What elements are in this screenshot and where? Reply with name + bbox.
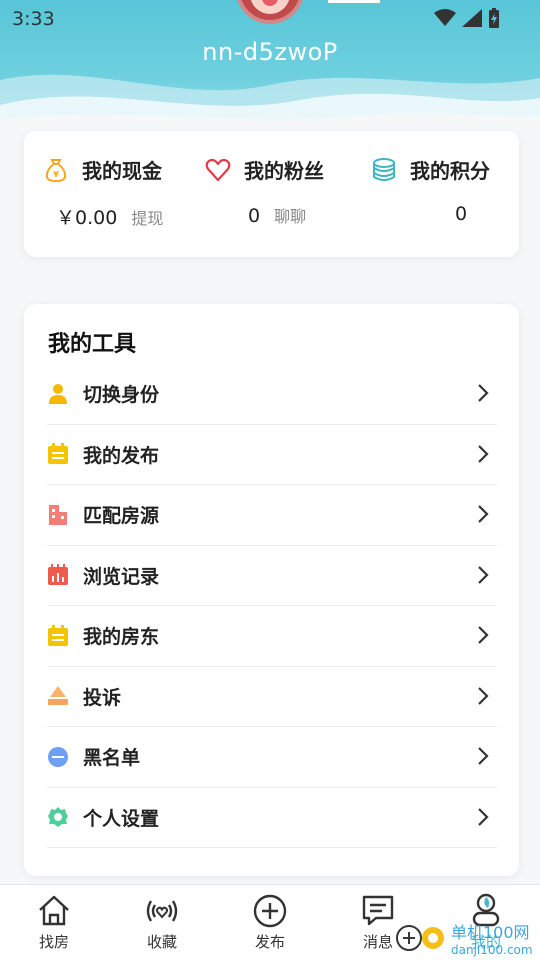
- stat-cash-value: ￥0.00: [56, 207, 118, 229]
- watermark-text: 单机100网 danji100.com: [451, 919, 533, 957]
- heart-icon: [205, 158, 231, 181]
- coins-icon: [373, 157, 395, 181]
- nav-label: 收藏: [146, 933, 177, 951]
- menu-match-listings[interactable]: 匹配房源: [47, 485, 497, 546]
- tray-icon: [47, 685, 69, 707]
- nav-publish[interactable]: 发布: [230, 893, 310, 952]
- menu-label: 黑名单: [83, 747, 141, 770]
- plus-circle-icon: [253, 894, 287, 928]
- stat-points-value-row: 0: [455, 203, 467, 225]
- stat-points[interactable]: 我的积分 0: [370, 155, 535, 225]
- withdraw-button[interactable]: 提现: [131, 209, 163, 228]
- menu-label: 我的房东: [83, 626, 160, 649]
- tools-menu: 切换身份 我的发布 匹配房源 浏览记录 我的房东 投诉 黑名单 个人设置: [47, 364, 497, 848]
- chevron-right-icon: [478, 505, 489, 523]
- stat-cash-value-row: ￥0.00 提现: [56, 203, 163, 230]
- menu-browse-history[interactable]: 浏览记录: [47, 546, 497, 606]
- status-icons: [434, 8, 500, 28]
- menu-label: 浏览记录: [83, 565, 160, 588]
- nav-label: 找房: [38, 933, 69, 951]
- stat-points-value: 0: [455, 203, 468, 225]
- wifi-icon: [434, 9, 456, 26]
- signal-icon: [462, 9, 482, 27]
- svg-text:¥: ¥: [53, 170, 59, 179]
- home-icon: [39, 895, 69, 926]
- nav-favorites[interactable]: 收藏: [122, 893, 202, 952]
- stat-title: ¥ 我的现金: [42, 155, 207, 184]
- stat-fans-title: 我的粉丝: [244, 159, 324, 183]
- chevron-right-icon: [478, 565, 489, 584]
- block-icon: [47, 746, 69, 768]
- chevron-right-icon: [478, 626, 489, 644]
- stat-fans[interactable]: 我的粉丝 0 聊聊: [204, 155, 369, 227]
- menu-personal-settings[interactable]: 个人设置: [47, 788, 497, 848]
- nav-label: 发布: [254, 933, 285, 951]
- stat-fans-value: 0: [248, 205, 261, 227]
- menu-label: 匹配房源: [83, 505, 160, 528]
- watermark-logo: 单机100网 danji100.com: [395, 918, 540, 958]
- avatar[interactable]: [236, 0, 304, 24]
- person-icon: [47, 383, 69, 405]
- broadcast-heart-icon: [146, 900, 178, 922]
- watermark-icon: [396, 925, 444, 951]
- username: nn-d5zwoP: [202, 38, 338, 66]
- chart-calendar-icon: [47, 564, 69, 586]
- tools-title: 我的工具: [48, 332, 137, 357]
- chevron-right-icon: [478, 747, 489, 765]
- calendar-icon: [47, 443, 69, 465]
- profile-header: 3:33 nn-d5zwoP: [0, 0, 540, 130]
- watermark-line2: danji100.com: [451, 943, 533, 957]
- chevron-right-icon: [478, 444, 489, 463]
- money-bag-icon: ¥: [45, 158, 67, 182]
- menu-my-posts[interactable]: 我的发布: [47, 425, 497, 485]
- avatar-badge: [328, 0, 380, 3]
- calendar-icon: [47, 624, 69, 647]
- stat-title: 我的积分: [370, 155, 535, 184]
- stat-fans-value-row: 0 聊聊: [248, 203, 306, 227]
- tools-card: 我的工具 切换身份 我的发布 匹配房源 浏览记录 我的房东 投诉 黑名单 个人设…: [24, 304, 519, 876]
- nav-find-house[interactable]: 找房: [14, 893, 94, 952]
- stat-points-title: 我的积分: [410, 159, 490, 183]
- chat-link[interactable]: 聊聊: [274, 207, 306, 226]
- menu-label: 个人设置: [83, 807, 160, 830]
- chevron-right-icon: [478, 807, 489, 826]
- stat-cash-title: 我的现金: [82, 159, 162, 183]
- menu-blacklist[interactable]: 黑名单: [47, 727, 497, 788]
- menu-complaint[interactable]: 投诉: [47, 667, 497, 727]
- stat-cash[interactable]: ¥ 我的现金 ￥0.00 提现: [42, 155, 207, 229]
- watermark-line1: 单机100网: [451, 923, 530, 942]
- building-icon: [47, 504, 69, 526]
- status-time: 3:33: [12, 8, 55, 30]
- battery-icon: [489, 8, 499, 28]
- gear-icon: [47, 806, 69, 828]
- menu-label: 投诉: [83, 686, 122, 709]
- stat-title: 我的粉丝: [204, 155, 369, 184]
- menu-label: 切换身份: [83, 384, 160, 407]
- stats-card: ¥ 我的现金 ￥0.00 提现 我的粉丝 0 聊聊 我的积分 0: [24, 131, 519, 257]
- chevron-right-icon: [478, 686, 489, 705]
- chevron-right-icon: [478, 384, 489, 402]
- menu-switch-identity[interactable]: 切换身份: [47, 364, 497, 425]
- chat-icon: [362, 895, 394, 926]
- menu-my-landlord[interactable]: 我的房东: [47, 606, 497, 667]
- menu-label: 我的发布: [83, 444, 160, 467]
